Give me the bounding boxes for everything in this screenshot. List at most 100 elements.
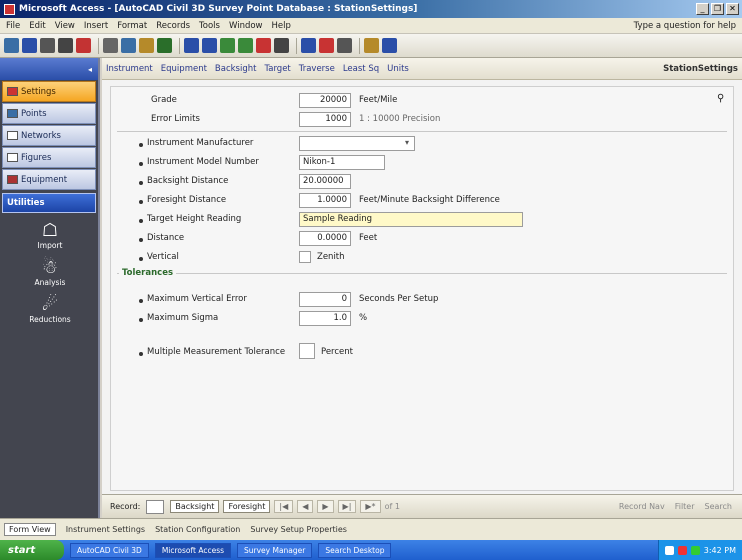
menu-view[interactable]: View bbox=[55, 21, 75, 31]
target-height-input[interactable]: Sample Reading bbox=[299, 212, 523, 227]
filter-icon[interactable] bbox=[220, 38, 235, 53]
menu-edit[interactable]: Edit bbox=[29, 21, 45, 31]
menu-insert[interactable]: Insert bbox=[84, 21, 108, 31]
grade-input[interactable]: 20000 bbox=[299, 93, 351, 108]
launcher-analysis[interactable]: ☃ Analysis bbox=[0, 258, 100, 288]
network-icon[interactable] bbox=[664, 545, 674, 555]
toolbar-separator bbox=[179, 37, 180, 54]
paste-icon[interactable] bbox=[139, 38, 154, 53]
toolbar bbox=[0, 34, 742, 58]
vertical-checkbox[interactable] bbox=[299, 251, 311, 263]
tolerance-checkbox[interactable] bbox=[299, 343, 315, 359]
save-icon[interactable] bbox=[22, 38, 37, 53]
close-button[interactable]: ✕ bbox=[726, 3, 739, 15]
field-label: Maximum Vertical Error bbox=[147, 294, 247, 304]
foresight-nav-button[interactable]: Foresight bbox=[223, 500, 271, 513]
backsight-distance-input[interactable]: 20.00000 bbox=[299, 174, 351, 189]
search-text[interactable]: Search bbox=[705, 502, 732, 511]
tab-backsight[interactable]: Backsight bbox=[215, 64, 257, 74]
copy-icon[interactable] bbox=[121, 38, 136, 53]
instrument-model-input[interactable]: Nikon-1 bbox=[299, 155, 385, 170]
launcher-reductions[interactable]: ☄ Reductions bbox=[0, 295, 100, 325]
new-record-icon[interactable] bbox=[301, 38, 316, 53]
undo-icon[interactable] bbox=[157, 38, 172, 53]
cut-icon[interactable] bbox=[103, 38, 118, 53]
first-record-button[interactable]: |◀ bbox=[274, 500, 294, 513]
task-search-desktop[interactable]: Search Desktop bbox=[318, 542, 392, 558]
security-icon[interactable] bbox=[677, 545, 687, 555]
field-label: Instrument Model Number bbox=[147, 157, 259, 167]
record-count: of 1 bbox=[384, 502, 400, 511]
restore-button[interactable]: ❐ bbox=[711, 3, 724, 15]
foresight-distance-input[interactable]: 1.0000 bbox=[299, 193, 351, 208]
status-instrument-settings[interactable]: Instrument Settings bbox=[66, 525, 145, 534]
task-access[interactable]: Microsoft Access bbox=[154, 542, 232, 558]
bullet-icon bbox=[139, 143, 143, 147]
field-label: Backsight Distance bbox=[147, 176, 229, 186]
menu-format[interactable]: Format bbox=[117, 21, 147, 31]
tab-traverse[interactable]: Traverse bbox=[299, 64, 335, 74]
view-icon[interactable] bbox=[4, 38, 19, 53]
menu-bar: File Edit View Insert Format Records Too… bbox=[0, 18, 742, 34]
nav-item-figures[interactable]: Figures bbox=[2, 147, 96, 168]
new-record-button[interactable]: ▶* bbox=[360, 500, 381, 513]
tab-instrument[interactable]: Instrument bbox=[106, 64, 153, 74]
chevron-down-icon[interactable]: ▾ bbox=[405, 138, 409, 147]
next-record-button[interactable]: ▶ bbox=[317, 500, 334, 513]
last-record-button[interactable]: ▶| bbox=[337, 500, 357, 513]
menu-help[interactable]: Help bbox=[272, 21, 291, 31]
delete-record-icon[interactable] bbox=[319, 38, 334, 53]
spell-icon[interactable] bbox=[76, 38, 91, 53]
tab-target[interactable]: Target bbox=[264, 64, 290, 74]
nav-group-utilities[interactable]: Utilities bbox=[2, 193, 96, 213]
preview-icon[interactable] bbox=[58, 38, 73, 53]
apply-filter-icon[interactable] bbox=[256, 38, 271, 53]
launcher-import[interactable]: ☖ Import bbox=[0, 221, 100, 251]
menu-file[interactable]: File bbox=[6, 21, 20, 31]
tab-units[interactable]: Units bbox=[387, 64, 409, 74]
tab-least-sq[interactable]: Least Sq bbox=[343, 64, 379, 74]
settings-icon bbox=[7, 87, 18, 96]
max-sigma-input[interactable]: 1.0 bbox=[299, 311, 351, 326]
window-title: Microsoft Access - [AutoCAD Civil 3D Sur… bbox=[19, 4, 418, 14]
menu-window[interactable]: Window bbox=[229, 21, 263, 31]
minimize-button[interactable]: _ bbox=[696, 3, 709, 15]
start-button[interactable]: start bbox=[0, 540, 64, 560]
task-civil3d[interactable]: AutoCAD Civil 3D bbox=[70, 542, 149, 558]
new-object-icon[interactable] bbox=[364, 38, 379, 53]
find-icon[interactable] bbox=[274, 38, 289, 53]
help-icon[interactable] bbox=[382, 38, 397, 53]
print-icon[interactable] bbox=[40, 38, 55, 53]
filter-text[interactable]: Filter bbox=[675, 502, 695, 511]
instrument-manufacturer-select[interactable] bbox=[299, 136, 415, 151]
access-app-icon[interactable] bbox=[4, 3, 15, 15]
status-survey-setup[interactable]: Survey Setup Properties bbox=[250, 525, 347, 534]
help-question-box[interactable]: Type a question for help bbox=[634, 21, 736, 31]
status-form-view[interactable]: Form View bbox=[4, 523, 56, 536]
record-number-input[interactable] bbox=[146, 499, 165, 514]
database-icon[interactable] bbox=[337, 38, 352, 53]
collapse-chevron-icon[interactable]: ◂ bbox=[88, 65, 92, 74]
pin-icon[interactable]: ⚲ bbox=[717, 93, 724, 104]
max-vertical-error-input[interactable]: 0 bbox=[299, 292, 351, 307]
task-survey-manager[interactable]: Survey Manager bbox=[237, 542, 313, 558]
nav-item-equipment[interactable]: Equipment bbox=[2, 169, 96, 190]
nav-item-settings[interactable]: Settings bbox=[2, 81, 96, 102]
error-limits-input[interactable]: 1000 bbox=[299, 112, 351, 127]
volume-icon[interactable] bbox=[690, 545, 700, 555]
nav-item-networks[interactable]: Networks bbox=[2, 125, 96, 146]
backsight-nav-button[interactable]: Backsight bbox=[170, 500, 220, 513]
prev-record-button[interactable]: ◀ bbox=[297, 500, 314, 513]
distance-input[interactable]: 0.0000 bbox=[299, 231, 351, 246]
field-unit: Feet/Mile bbox=[359, 95, 398, 105]
menu-tools[interactable]: Tools bbox=[199, 21, 220, 31]
system-tray: 3:42 PM bbox=[657, 540, 742, 560]
navigation-pane: ◂ Settings Points Networks Figures Equip… bbox=[0, 58, 100, 518]
status-station-config[interactable]: Station Configuration bbox=[155, 525, 240, 534]
sort-desc-icon[interactable] bbox=[202, 38, 217, 53]
nav-item-points[interactable]: Points bbox=[2, 103, 96, 124]
filter-form-icon[interactable] bbox=[238, 38, 253, 53]
menu-records[interactable]: Records bbox=[156, 21, 190, 31]
tab-equipment[interactable]: Equipment bbox=[161, 64, 207, 74]
sort-asc-icon[interactable] bbox=[184, 38, 199, 53]
